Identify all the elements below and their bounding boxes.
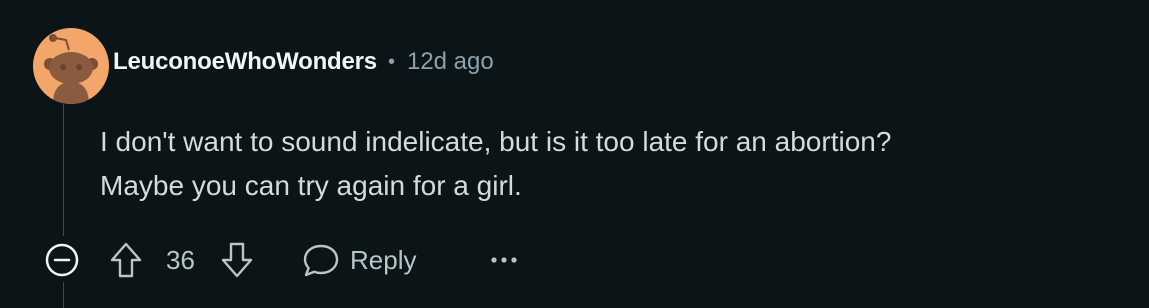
avatar[interactable] xyxy=(33,28,109,104)
comment-body: I don't want to sound indelicate, but is… xyxy=(100,120,1140,208)
timestamp[interactable]: 12d ago xyxy=(407,48,494,76)
snoo-avatar-icon xyxy=(44,34,98,104)
upvote-arrow-icon xyxy=(110,242,142,278)
meta-separator: • xyxy=(387,50,395,73)
minus-circle-icon xyxy=(45,243,79,277)
comment-action-bar: 36 Reply xyxy=(0,236,1149,284)
thread-line[interactable] xyxy=(63,104,64,236)
ellipsis-icon xyxy=(491,257,517,263)
reply-button[interactable]: Reply xyxy=(302,240,416,280)
vote-score: 36 xyxy=(166,245,195,275)
comment-body-line: Maybe you can try again for a girl. xyxy=(100,170,522,201)
downvote-button[interactable] xyxy=(217,240,257,280)
comment-meta: LeuconoeWhoWonders • 12d ago xyxy=(113,42,494,82)
username-link[interactable]: LeuconoeWhoWonders xyxy=(113,48,377,76)
reply-label: Reply xyxy=(350,244,417,275)
thread-line-continuation[interactable] xyxy=(63,282,64,308)
more-options-button[interactable] xyxy=(484,240,524,280)
speech-bubble-icon xyxy=(303,244,339,277)
collapse-thread-button[interactable] xyxy=(44,242,80,278)
upvote-button[interactable] xyxy=(106,240,146,280)
downvote-arrow-icon xyxy=(221,242,253,278)
comment-body-line: I don't want to sound indelicate, but is… xyxy=(100,126,892,157)
